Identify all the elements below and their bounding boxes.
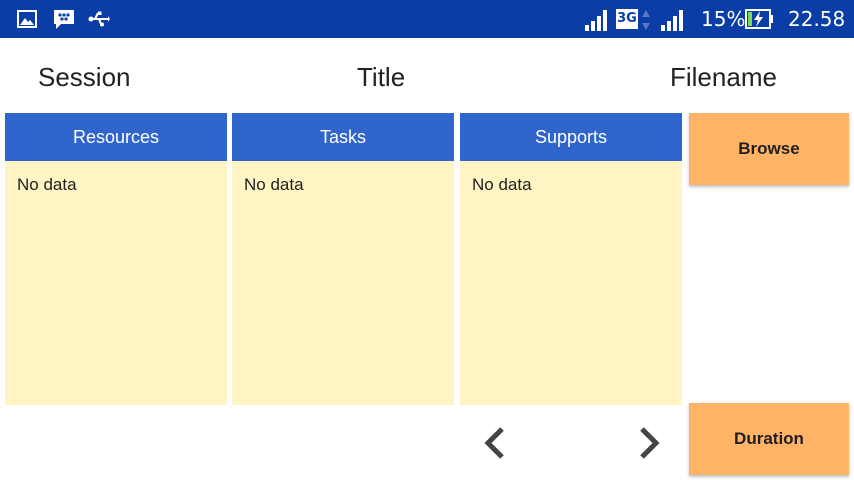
session-label: Session [38, 62, 131, 92]
tasks-empty-text: No data [244, 175, 304, 194]
usb-icon [88, 11, 110, 27]
network-3g-icon: 3G [616, 9, 638, 29]
tasks-column: Tasks No data [232, 113, 454, 405]
app-screen: 3G 15% 22.58 Session Title Filename Reso… [0, 0, 854, 480]
tasks-header: Tasks [232, 113, 454, 161]
battery-percent: 15% [701, 7, 746, 31]
network-type-label: 3G [617, 11, 637, 26]
resources-column: Resources No data [5, 113, 227, 405]
resources-list[interactable]: No data [5, 161, 227, 405]
supports-column: Supports No data [460, 113, 682, 405]
clock-time: 22.58 [788, 7, 846, 31]
resources-header: Resources [5, 113, 227, 161]
status-bar: 3G 15% 22.58 [0, 0, 854, 38]
signal-icon-2 [661, 10, 683, 31]
chevron-right-icon[interactable] [628, 423, 668, 463]
data-arrows-icon [642, 10, 650, 30]
image-icon [17, 10, 37, 28]
resources-empty-text: No data [17, 175, 77, 194]
supports-empty-text: No data [472, 175, 532, 194]
duration-button[interactable]: Duration [689, 403, 849, 475]
tasks-list[interactable]: No data [232, 161, 454, 405]
filename-label: Filename [670, 62, 777, 92]
battery-charging-icon [745, 9, 773, 29]
supports-header: Supports [460, 113, 682, 161]
signal-icon [585, 10, 607, 31]
bbm-icon [54, 10, 74, 29]
supports-list[interactable]: No data [460, 161, 682, 405]
title-label: Title [357, 62, 406, 92]
browse-button[interactable]: Browse [689, 113, 849, 185]
chevron-left-icon[interactable] [476, 423, 516, 463]
